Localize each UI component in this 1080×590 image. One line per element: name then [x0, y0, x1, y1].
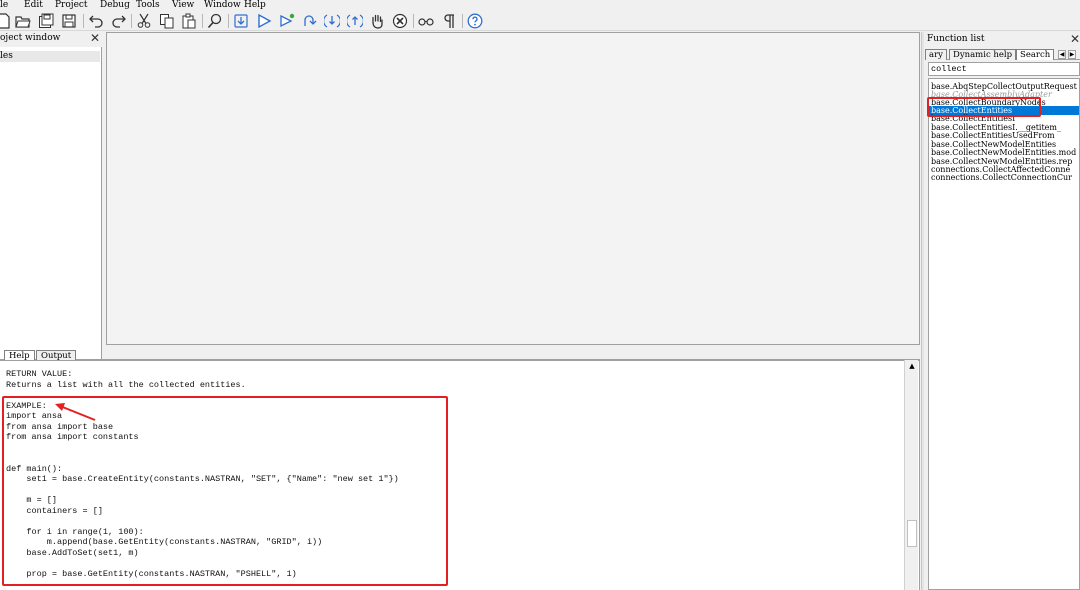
- help-scrollbar[interactable]: ▲: [904, 360, 918, 590]
- stop-hand-icon[interactable]: [368, 12, 386, 30]
- tab-scroll-right-icon[interactable]: ▶: [1068, 50, 1076, 59]
- tab-help[interactable]: Help: [4, 350, 35, 361]
- terminate-icon[interactable]: [391, 12, 409, 30]
- menu-debug[interactable]: Debug: [100, 0, 130, 11]
- tab-search[interactable]: Search: [1016, 49, 1055, 60]
- save-all-icon[interactable]: [37, 12, 55, 30]
- function-search-input[interactable]: collect: [928, 62, 1080, 76]
- copy-icon[interactable]: [158, 12, 176, 30]
- tab-output[interactable]: Output: [36, 350, 77, 361]
- editor-workspace[interactable]: [106, 32, 920, 345]
- find-icon[interactable]: [206, 12, 224, 30]
- redo-icon[interactable]: [110, 12, 128, 30]
- undo-icon[interactable]: [87, 12, 105, 30]
- scroll-thumb[interactable]: [907, 520, 917, 547]
- watch-glasses-icon[interactable]: [417, 12, 435, 30]
- function-list-panel: Function list ✕ ary Dynamic help Search …: [925, 32, 1080, 590]
- function-results-list[interactable]: base.AbqStepCollectOutputRequest base.Col…: [928, 78, 1080, 590]
- project-tree-item[interactable]: les: [0, 51, 100, 62]
- open-folder-icon[interactable]: [14, 12, 32, 30]
- close-icon[interactable]: ✕: [1070, 32, 1080, 46]
- tab-dynamic-help[interactable]: Dynamic help: [949, 49, 1017, 60]
- tab-scroll-left-icon[interactable]: ◀: [1058, 50, 1066, 59]
- annotation-arrow: [55, 403, 96, 421]
- project-window: oject window ✕ les: [0, 31, 102, 375]
- tab-library[interactable]: ary: [925, 49, 947, 60]
- function-list-item[interactable]: base.CollectEntitiesUsedFrom: [931, 131, 1079, 140]
- function-list-item[interactable]: connections.CollectConnectionCur: [931, 173, 1079, 182]
- paste-icon[interactable]: [180, 12, 198, 30]
- paragraph-icon[interactable]: [440, 12, 458, 30]
- function-list-title: Function list: [927, 34, 985, 44]
- toolbar: [0, 11, 1080, 31]
- panel-splitter[interactable]: [921, 32, 924, 590]
- function-list-item[interactable]: base.CollectNewModelEntities.mod: [931, 148, 1079, 157]
- run-selection-icon[interactable]: [278, 12, 296, 30]
- toolbar-separator: [83, 14, 84, 28]
- menu-help[interactable]: Help: [244, 0, 266, 11]
- toolbar-separator: [462, 14, 463, 28]
- menu-tools[interactable]: Tools: [136, 0, 160, 11]
- toolbar-separator: [228, 14, 229, 28]
- toolbar-separator: [413, 14, 414, 28]
- menu-project[interactable]: Project: [55, 0, 88, 11]
- step-over-icon[interactable]: [301, 12, 319, 30]
- step-out-icon[interactable]: [346, 12, 364, 30]
- menu-bar: le Edit Project Debug Tools View Window …: [0, 0, 1080, 11]
- menu-window[interactable]: Window: [204, 0, 241, 11]
- function-list-item[interactable]: base.CollectEntitiesI: [931, 114, 1079, 123]
- scroll-up-icon[interactable]: ▲: [905, 360, 919, 372]
- menu-file[interactable]: le: [0, 0, 8, 11]
- menu-view[interactable]: View: [172, 0, 194, 11]
- save-icon[interactable]: [60, 12, 78, 30]
- project-tree[interactable]: les: [0, 47, 102, 375]
- step-into-icon[interactable]: [323, 12, 341, 30]
- menu-edit[interactable]: Edit: [24, 0, 43, 11]
- run-icon[interactable]: [255, 12, 273, 30]
- bottom-tabbar: Help Output: [0, 348, 920, 361]
- toolbar-separator: [131, 14, 132, 28]
- cut-icon[interactable]: [135, 12, 153, 30]
- new-file-icon[interactable]: [0, 12, 13, 30]
- function-tabbar: ary Dynamic help Search ◀ ▶: [925, 47, 1080, 60]
- toolbar-separator: [202, 14, 203, 28]
- help-panel[interactable]: RETURN VALUE: Returns a list with all th…: [0, 360, 920, 590]
- project-window-title: oject window: [0, 33, 61, 43]
- close-icon[interactable]: ✕: [90, 31, 100, 45]
- import-icon[interactable]: [232, 12, 250, 30]
- help-icon[interactable]: [466, 12, 484, 30]
